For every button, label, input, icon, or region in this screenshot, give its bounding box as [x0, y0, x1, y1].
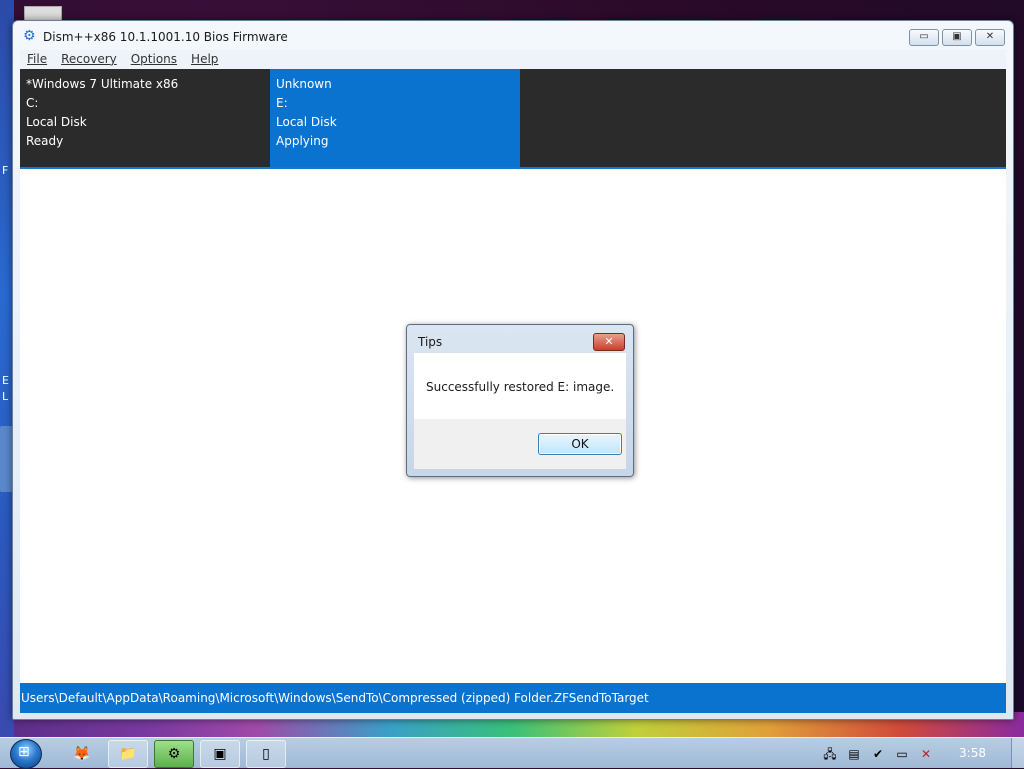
taskbar: ⊞ 🦊 📁 ⚙ ▣ ▯ 🖧 ▤ ✔ ▭ ✕ 3:58: [0, 737, 1024, 769]
volume-muted-icon[interactable]: ✕: [918, 746, 934, 762]
desktop-edge-text: E: [2, 374, 9, 387]
image-card-windows7[interactable]: *Windows 7 Ultimate x86 C: Local Disk Re…: [20, 69, 270, 167]
image-name: Unknown: [276, 77, 332, 91]
dialog-message: Successfully restored E: image.: [426, 380, 615, 394]
window-title: Dism++x86 10.1.1001.10 Bios Firmware: [43, 30, 288, 44]
image-drive: E:: [276, 96, 288, 110]
file-explorer-icon[interactable]: 📁: [108, 740, 148, 768]
gear-icon: ⚙: [23, 28, 36, 44]
image-list: *Windows 7 Ultimate x86 C: Local Disk Re…: [20, 69, 1006, 169]
image-drive: C:: [26, 96, 39, 110]
maximize-button[interactable]: ▣: [942, 29, 972, 46]
shield-tray-icon[interactable]: ✔: [870, 746, 886, 762]
menu-bar: File Recovery Options Help: [20, 50, 1006, 69]
menu-recovery[interactable]: Recovery: [54, 50, 124, 69]
dialog-footer: OK: [414, 419, 626, 469]
menu-file[interactable]: File: [20, 50, 54, 69]
status-bar: Users\Default\AppData\Roaming\Microsoft\…: [20, 683, 1006, 713]
clock[interactable]: 3:58: [959, 746, 986, 760]
image-status: Applying: [276, 134, 329, 148]
terminal-icon[interactable]: ▣: [200, 740, 240, 768]
image-name: *Windows 7 Ultimate x86: [26, 77, 179, 91]
dialog-close-button[interactable]: ✕: [593, 333, 625, 351]
network-tray-icon[interactable]: 🖧: [822, 746, 838, 762]
dism-icon[interactable]: ⚙: [154, 740, 194, 768]
show-desktop-button[interactable]: [1011, 738, 1024, 768]
dialog-body: Successfully restored E: image.: [414, 353, 626, 419]
desktop-edge-text: F: [2, 164, 9, 177]
app-icon[interactable]: ▯: [246, 740, 286, 768]
image-status: Ready: [26, 134, 64, 148]
ok-button[interactable]: OK: [538, 433, 622, 455]
desktop-edge-text: L: [2, 390, 9, 403]
windows-logo-icon: ⊞: [18, 744, 30, 760]
display-tray-icon[interactable]: ▭: [894, 746, 910, 762]
minimize-button[interactable]: ▭: [909, 29, 939, 46]
tips-dialog: Tips ✕ Successfully restored E: image. O…: [406, 324, 634, 477]
dialog-title: Tips: [418, 335, 443, 349]
image-type: Local Disk: [26, 115, 87, 129]
image-card-unknown[interactable]: Unknown E: Local Disk Applying: [270, 69, 520, 167]
title-bar[interactable]: ⚙ Dism++x86 10.1.1001.10 Bios Firmware ▭…: [13, 21, 1013, 51]
image-type: Local Disk: [276, 115, 337, 129]
start-button[interactable]: ⊞: [6, 738, 44, 769]
document-tray-icon[interactable]: ▤: [846, 746, 862, 762]
close-button[interactable]: ✕: [975, 29, 1005, 46]
menu-options[interactable]: Options: [124, 50, 184, 69]
menu-help[interactable]: Help: [184, 50, 225, 69]
firefox-icon[interactable]: 🦊: [62, 740, 102, 768]
